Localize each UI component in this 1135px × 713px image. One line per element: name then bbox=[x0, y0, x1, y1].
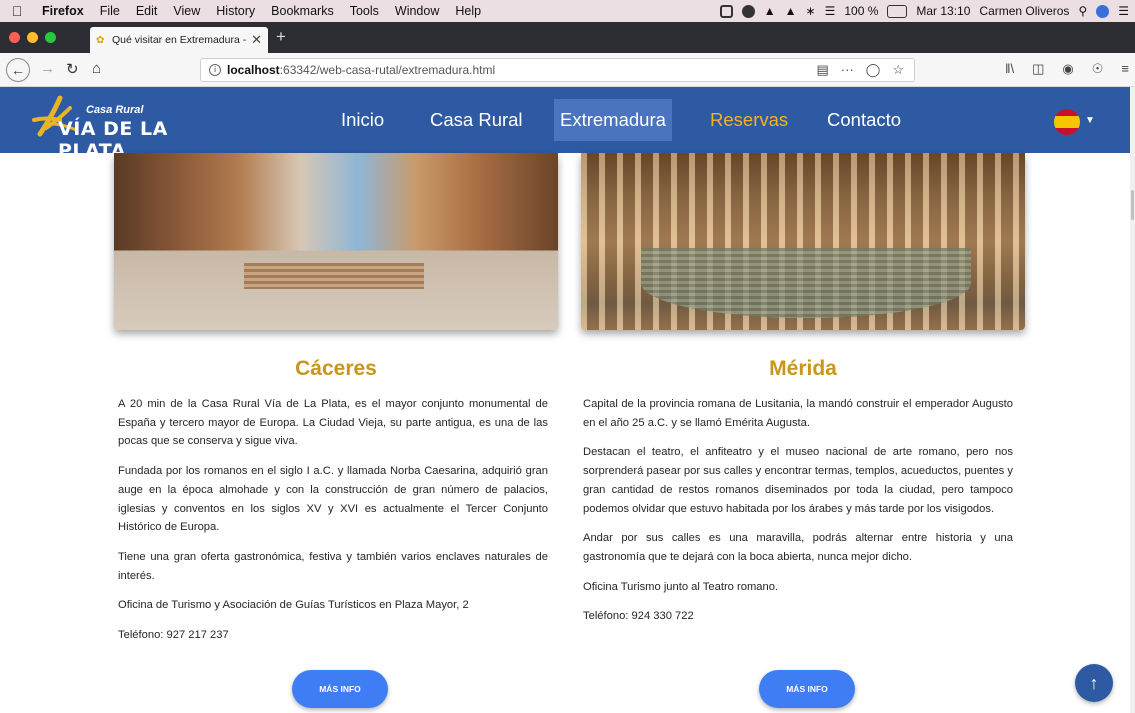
url-path: :63342/web-casa-rutal/extremadura.html bbox=[279, 63, 496, 77]
merida-description: Capital de la provincia romana de Lusita… bbox=[583, 395, 1013, 637]
merida-phone: Teléfono: 924 330 722 bbox=[583, 610, 694, 623]
caceres-more-info-button[interactable]: MÁS INFO bbox=[292, 670, 388, 708]
merida-paragraph: Destacan el teatro, el anfiteatro y el m… bbox=[583, 446, 1013, 515]
scrollbar-thumb[interactable] bbox=[1131, 190, 1134, 220]
logo-line-1: Casa Rural bbox=[86, 104, 144, 116]
minimize-window-button[interactable] bbox=[27, 32, 38, 43]
back-button[interactable]: ← bbox=[6, 58, 30, 82]
caceres-paragraph: Fundada por los romanos en el siglo I a.… bbox=[118, 465, 548, 534]
page-actions-button[interactable]: ··· bbox=[841, 62, 854, 78]
home-button[interactable]: ⌂ bbox=[92, 60, 101, 77]
nav-contacto[interactable]: Contacto bbox=[821, 99, 907, 141]
caceres-photo bbox=[114, 153, 558, 330]
sidebar-icon[interactable]: ◫ bbox=[1032, 61, 1044, 77]
menu-window[interactable]: Window bbox=[387, 4, 447, 18]
page-scrollbar[interactable] bbox=[1130, 87, 1135, 713]
menu-view[interactable]: View bbox=[165, 4, 208, 18]
menu-file[interactable]: File bbox=[92, 4, 128, 18]
caceres-description: A 20 min de la Casa Rural Vía de La Plat… bbox=[118, 395, 548, 656]
bookmark-star-icon[interactable]: ☆ bbox=[892, 62, 904, 78]
zoom-window-button[interactable] bbox=[45, 32, 56, 43]
merida-paragraph: Andar por sus calles es una maravilla, p… bbox=[583, 532, 1013, 563]
back-to-top-button[interactable]: ↑ bbox=[1075, 664, 1113, 702]
forward-button[interactable]: → bbox=[40, 60, 55, 77]
browser-toolbar: ← → ↻ ⌂ i localhost :63342/web-casa-ruta… bbox=[0, 53, 1135, 87]
app-menu[interactable]: Firefox bbox=[34, 4, 92, 18]
menu-help[interactable]: Help bbox=[447, 4, 489, 18]
battery-percent: 100 % bbox=[844, 4, 879, 18]
screen-icon[interactable] bbox=[719, 4, 733, 18]
new-tab-button[interactable]: + bbox=[276, 27, 286, 47]
site-logo[interactable]: Casa Rural VÍA DE LA PLATA bbox=[30, 94, 200, 162]
favicon-icon: ✿ bbox=[96, 34, 105, 46]
menu-tools[interactable]: Tools bbox=[342, 4, 387, 18]
caceres-phone: Teléfono: 927 217 237 bbox=[118, 629, 229, 642]
extension-icon[interactable]: ◉ bbox=[1062, 61, 1073, 77]
camera-icon[interactable] bbox=[741, 4, 755, 18]
merida-photo-seats bbox=[641, 248, 971, 318]
arrows-icon[interactable]: ▲ bbox=[764, 4, 776, 18]
tab-title: Qué visitar en Extremadura - C bbox=[112, 34, 247, 46]
user-status-icon[interactable]: ▲ bbox=[785, 4, 797, 18]
reload-button[interactable]: ↻ bbox=[66, 60, 79, 78]
url-bar[interactable]: i localhost :63342/web-casa-rutal/extrem… bbox=[200, 58, 915, 82]
clock[interactable]: Mar 13:10 bbox=[916, 4, 970, 18]
merida-more-info-button[interactable]: MÁS INFO bbox=[759, 670, 855, 708]
caceres-paragraph: A 20 min de la Casa Rural Vía de La Plat… bbox=[118, 398, 548, 448]
bluetooth-icon[interactable]: ∗ bbox=[806, 4, 816, 18]
nav-extremadura[interactable]: Extremadura bbox=[554, 99, 672, 141]
merida-paragraph: Capital de la provincia romana de Lusita… bbox=[583, 398, 1013, 429]
close-window-button[interactable] bbox=[9, 32, 20, 43]
merida-photo bbox=[581, 153, 1025, 330]
library-icon[interactable]: ‖\ bbox=[1005, 61, 1014, 77]
caceres-tourism-office: Oficina de Turismo y Asociación de Guías… bbox=[118, 599, 469, 612]
nav-reservas[interactable]: Reservas bbox=[704, 99, 794, 141]
spotlight-icon[interactable]: ⚲ bbox=[1078, 4, 1087, 18]
site-navbar: Casa Rural VÍA DE LA PLATA Inicio Casa R… bbox=[0, 87, 1130, 162]
menu-history[interactable]: History bbox=[208, 4, 263, 18]
spain-flag-icon[interactable] bbox=[1054, 109, 1080, 135]
pocket-icon[interactable]: ◯ bbox=[866, 62, 881, 78]
caceres-title: Cáceres bbox=[295, 357, 377, 380]
hamburger-menu-icon[interactable]: ≡ bbox=[1121, 61, 1129, 77]
menu-bookmarks[interactable]: Bookmarks bbox=[263, 4, 342, 18]
reader-view-icon[interactable]: ▤ bbox=[816, 62, 828, 78]
close-tab-icon[interactable]: ✕ bbox=[251, 32, 262, 48]
macos-menubar:  Firefox File Edit View History Bookmar… bbox=[0, 0, 1135, 22]
battery-icon[interactable] bbox=[887, 4, 908, 18]
site-info-icon[interactable]: i bbox=[209, 64, 221, 76]
merida-title: Mérida bbox=[769, 357, 837, 380]
nav-casa-rural[interactable]: Casa Rural bbox=[424, 99, 529, 141]
user-name[interactable]: Carmen Oliveros bbox=[979, 4, 1069, 18]
siri-icon[interactable] bbox=[1096, 4, 1110, 18]
browser-tab[interactable]: ✿ Qué visitar en Extremadura - C ✕ bbox=[90, 27, 268, 53]
notification-center-icon[interactable]: ☰ bbox=[1118, 4, 1129, 18]
caceres-paragraph: Tiene una gran oferta gastronómica, fest… bbox=[118, 550, 548, 582]
arrow-up-icon: ↑ bbox=[1089, 673, 1099, 693]
window-controls bbox=[9, 32, 56, 43]
apple-icon[interactable]:  bbox=[0, 3, 34, 19]
wifi-icon[interactable]: ☰ bbox=[825, 4, 836, 18]
language-dropdown-caret-icon[interactable]: ▼ bbox=[1085, 115, 1095, 126]
merida-tourism-office: Oficina Turismo junto al Teatro romano. bbox=[583, 580, 779, 593]
menu-edit[interactable]: Edit bbox=[128, 4, 166, 18]
url-host: localhost bbox=[227, 63, 280, 77]
account-icon[interactable]: ☉ bbox=[1092, 61, 1104, 77]
tab-strip: ✿ Qué visitar en Extremadura - C ✕ + bbox=[0, 22, 1135, 53]
nav-inicio[interactable]: Inicio bbox=[335, 99, 390, 141]
caceres-photo-stairs bbox=[244, 263, 424, 289]
